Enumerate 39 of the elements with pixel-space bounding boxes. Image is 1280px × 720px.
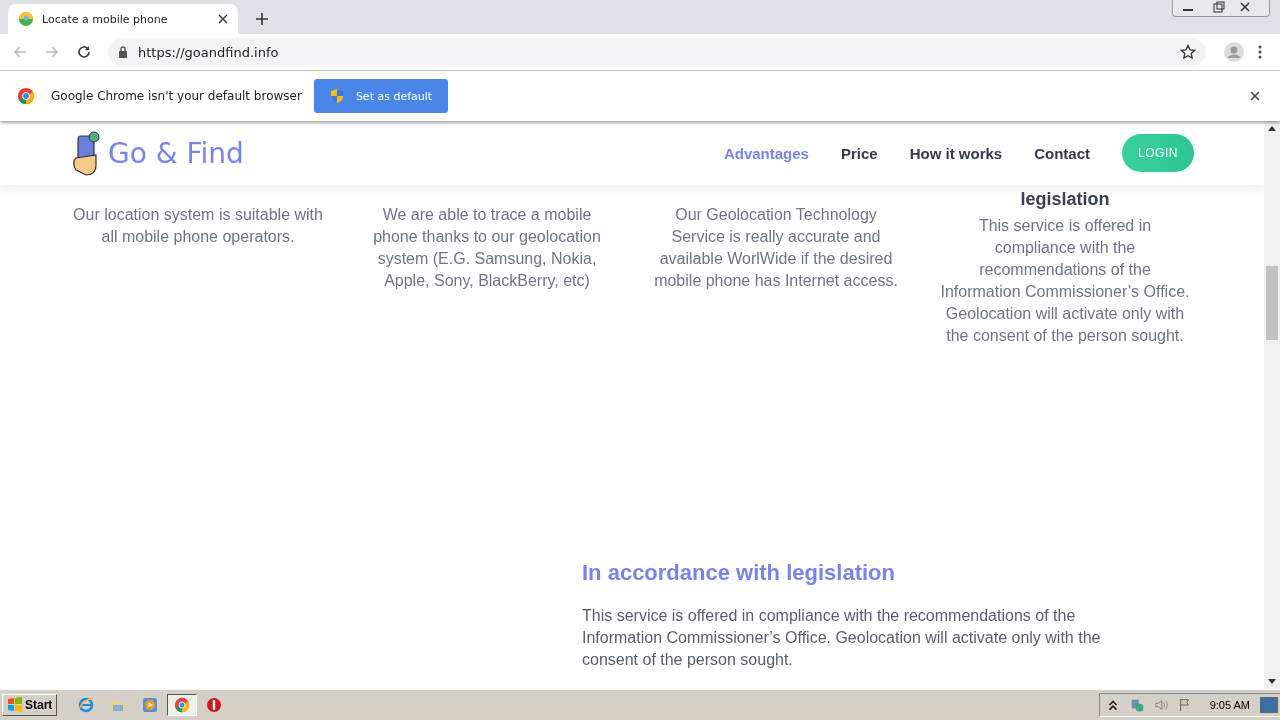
star-icon[interactable] [1180, 44, 1196, 60]
feature-text: This service is offered in compliance with the recommendations of the Information Commissioner’s Office. Geolocation will activate only with the consent of the person sought. [939, 216, 1191, 346]
scrollbar[interactable] [1264, 121, 1280, 689]
play-icon [142, 697, 159, 713]
nav-link[interactable]: How it works [909, 144, 1003, 162]
windows-logo-icon [7, 697, 23, 713]
scroll-thumb[interactable] [1266, 266, 1278, 340]
close-icon[interactable] [1250, 91, 1260, 101]
flag-icon[interactable] [1177, 698, 1192, 712]
plus-icon[interactable] [256, 13, 268, 25]
avatar-icon[interactable] [1224, 42, 1244, 62]
section-text: This service is offered in compliance with the recommendations of the Information Commissioner’s Office. Geolocation will activate only with the consent of the person sought. [582, 606, 1102, 670]
menu-icon[interactable] [1258, 44, 1262, 60]
scroll-up-arrow-icon[interactable] [1268, 126, 1276, 131]
feature-text: Our location system is suitable with all mobile phone operators. [72, 205, 324, 247]
chrome-icon [174, 697, 191, 713]
clock[interactable]: 9:05 AM [1209, 699, 1250, 711]
browser-tab[interactable]: Locate a mobile phone [8, 4, 238, 34]
taskbar-app[interactable] [167, 694, 198, 716]
nav-link[interactable]: Contact [1034, 144, 1090, 162]
infobar-message: Google Chrome isn't your default browser [51, 89, 302, 103]
start-button[interactable]: Start [2, 694, 58, 716]
lock-icon [118, 46, 128, 58]
stop-icon [206, 697, 223, 713]
feature-text: We are able to trace a mobile phone thanks to our geolocation system (E.G. Samsung, Nokia, Apple, Sony, BlackBerry, etc) [372, 205, 602, 291]
nav-link[interactable]: Price [840, 144, 878, 162]
section-title: In accordance with legislation [582, 559, 896, 587]
chrome-icon [17, 87, 35, 105]
address-bar[interactable]: https://goandfind.info [108, 38, 1206, 66]
window-controls[interactable] [1172, 0, 1270, 17]
reload-icon[interactable] [76, 44, 92, 60]
feature-heading: legislation [1019, 188, 1111, 210]
scroll-down-arrow-icon[interactable] [1268, 679, 1276, 684]
globe-icon [18, 11, 34, 27]
set-as-default-button[interactable]: Set as default [313, 79, 449, 113]
feature-text: Our Geolocation Technology Service is really accurate and available WorlWide if the desired mobile phone has Internet access. [653, 205, 899, 291]
close-icon[interactable] [218, 14, 228, 24]
shield-icon [329, 88, 344, 104]
browser-e-icon [78, 697, 95, 713]
